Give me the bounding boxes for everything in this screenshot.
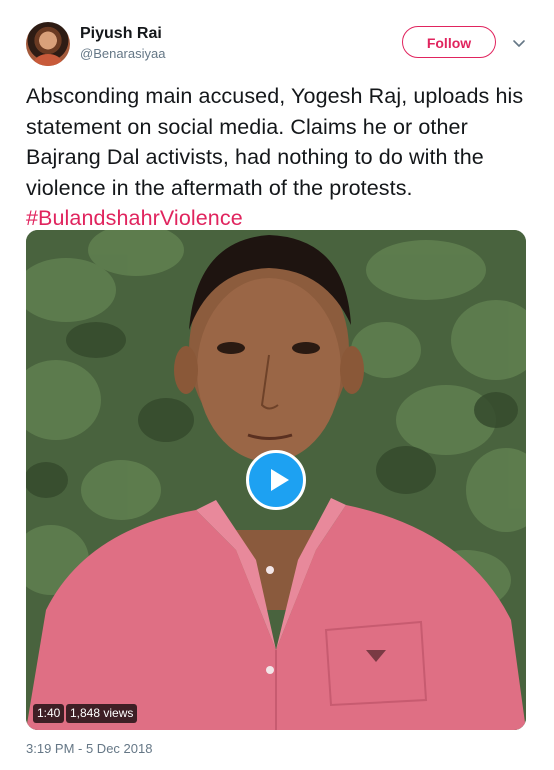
avatar[interactable] — [26, 22, 70, 66]
video-duration: 1:40 — [33, 704, 65, 723]
view-count: 1,848 views — [66, 704, 138, 723]
user-handle[interactable]: @Benarasiyaa — [80, 46, 165, 61]
play-icon — [271, 469, 289, 491]
tweet-timestamp[interactable]: 3:19 PM - 5 Dec 2018 — [26, 741, 152, 756]
play-button[interactable] — [246, 450, 306, 510]
display-name[interactable]: Piyush Rai — [80, 25, 162, 43]
tweet-text: Absconding main accused, Yogesh Raj, upl… — [26, 81, 536, 234]
hashtag-link[interactable]: #BulandshahrViolence — [26, 206, 243, 230]
tweet-card: Piyush Rai @Benarasiyaa Follow Abscondin… — [0, 0, 554, 770]
follow-button[interactable]: Follow — [402, 26, 496, 58]
tweet-body: Absconding main accused, Yogesh Raj, upl… — [26, 84, 524, 200]
chevron-down-icon[interactable] — [510, 34, 528, 52]
